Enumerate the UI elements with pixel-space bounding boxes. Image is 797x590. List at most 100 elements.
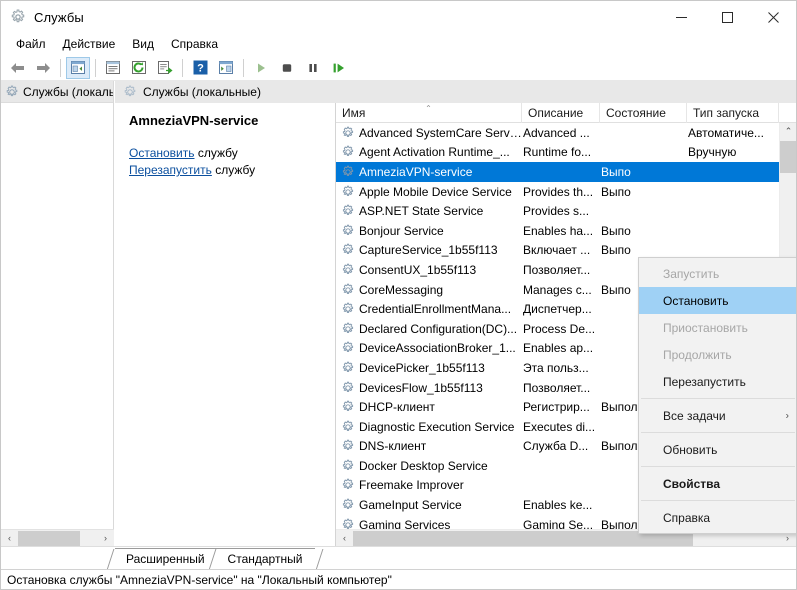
context-menu-item-все-задачи[interactable]: Все задачи ›: [639, 402, 796, 429]
view-tabs: Расширенный Стандартный: [1, 546, 796, 569]
svg-text:?: ?: [197, 63, 204, 75]
context-menu-item-справка[interactable]: Справка: [639, 504, 796, 531]
status-bar: Остановка службы "AmneziaVPN-service" на…: [1, 569, 796, 589]
maximize-button[interactable]: [704, 1, 750, 33]
scroll-up-arrow[interactable]: ⌃: [780, 123, 796, 140]
menu-help[interactable]: Справка: [163, 35, 227, 54]
tab-standard[interactable]: Стандартный: [216, 548, 316, 569]
details-pane-title: Службы (локальные): [143, 85, 261, 99]
menu-action[interactable]: Действие: [55, 35, 125, 54]
stop-service-icon[interactable]: [275, 57, 299, 79]
column-header-startup-type[interactable]: Тип запуска: [687, 102, 779, 123]
cell-service-name: Bonjour Service: [336, 224, 522, 238]
service-name-text: CredentialEnrollmentMana...: [359, 302, 512, 317]
context-menu-item-свойства[interactable]: Свойства: [639, 470, 796, 497]
cell-description: Диспетчер...: [523, 302, 592, 317]
tree-scroll-left-arrow[interactable]: ‹: [1, 530, 18, 547]
stop-service-link-row: Остановить службу: [129, 145, 323, 162]
start-service-icon[interactable]: [249, 57, 273, 79]
help-icon[interactable]: ?: [188, 57, 212, 79]
context-menu-item-остановить[interactable]: Остановить: [639, 287, 796, 314]
gear-icon: [342, 459, 354, 470]
context-menu-item-label: Все задачи: [663, 408, 726, 423]
pause-service-icon[interactable]: [301, 57, 325, 79]
service-name-text: DevicePicker_1b55f113: [359, 360, 485, 375]
service-context-menu[interactable]: Запустить Остановить Приостановить Продолжи…: [638, 257, 796, 534]
context-menu-item-label: Остановить: [663, 293, 729, 308]
show-hide-tree-icon[interactable]: [66, 56, 90, 79]
gear-icon: [342, 439, 354, 451]
stop-service-link-suffix: службу: [194, 146, 238, 160]
table-row[interactable]: ASP.NET State Service Provides s...: [336, 201, 779, 221]
context-menu-item-запустить: Запустить: [639, 260, 796, 287]
main-area: Службы (локальн ‹ › Службы (локальные) A…: [1, 81, 796, 547]
window-title: Службы: [34, 9, 84, 25]
show-action-pane-icon[interactable]: [214, 57, 238, 79]
restart-service-link[interactable]: Перезапустить: [129, 163, 212, 177]
back-arrow-icon[interactable]: [5, 57, 29, 79]
selected-service-name: AmneziaVPN-service: [129, 113, 259, 128]
column-header-name[interactable]: Имя ⌃: [336, 102, 522, 123]
service-name-text: Bonjour Service: [359, 223, 444, 238]
export-list-icon[interactable]: [153, 57, 177, 79]
tree-horizontal-scrollbar[interactable]: ‹ ›: [1, 529, 114, 547]
context-menu-separator: [641, 432, 795, 433]
service-name-text: Declared Configuration(DC)...: [359, 321, 518, 336]
context-menu-item-label: Справка: [663, 510, 711, 525]
vertical-scroll-thumb[interactable]: [780, 141, 796, 173]
tab-label: Стандартный: [227, 552, 303, 566]
toolbar-separator: [243, 58, 244, 77]
context-menu-separator: [641, 398, 795, 399]
cell-description: Gaming Se...: [523, 517, 594, 529]
cell-description: Process De...: [523, 321, 596, 336]
cell-description: Provides s...: [523, 204, 590, 219]
tree-scroll-right-arrow[interactable]: ›: [97, 530, 114, 547]
gear-icon: [342, 381, 354, 392]
column-header-startup-type-label: Тип запуска: [693, 105, 760, 120]
cell-service-name: DNS-клиент: [336, 439, 522, 453]
gear-icon: [342, 361, 354, 372]
cell-service-name: CaptureService_1b55f113: [336, 243, 522, 257]
menu-view[interactable]: Вид: [124, 35, 163, 54]
forward-arrow-icon[interactable]: [31, 57, 55, 79]
tree-scroll-thumb[interactable]: [18, 530, 80, 546]
service-name-text: ASP.NET State Service: [359, 204, 484, 219]
window-controls: [658, 1, 796, 33]
tree-scroll-track[interactable]: [18, 529, 97, 547]
table-row[interactable]: Agent Activation Runtime_... Runtime fo..…: [336, 143, 779, 163]
cell-description: Enables ke...: [523, 498, 593, 513]
properties-icon[interactable]: [101, 57, 125, 79]
gear-icon: [342, 165, 354, 176]
status-bar-text: Остановка службы "AmneziaVPN-service" на…: [7, 573, 392, 587]
cell-service-name: DHCP-клиент: [336, 400, 522, 414]
service-name-text: DNS-клиент: [359, 439, 427, 454]
gear-icon: [6, 85, 18, 96]
table-row[interactable]: Bonjour Service Enables ha... Выпо: [336, 221, 779, 241]
tree-root-item[interactable]: Службы (локальн: [1, 81, 113, 103]
restart-service-icon[interactable]: [327, 57, 351, 79]
column-header-description[interactable]: Описание: [522, 102, 600, 123]
gear-icon: [124, 85, 136, 97]
cell-service-name: Freemake Improver: [336, 478, 522, 492]
tab-extended[interactable]: Расширенный: [115, 548, 218, 569]
stop-service-link[interactable]: Остановить: [129, 146, 195, 160]
context-menu-item-перезапустить[interactable]: Перезапустить: [639, 368, 796, 395]
context-menu-item-обновить[interactable]: Обновить: [639, 436, 796, 463]
table-row[interactable]: Apple Mobile Device Service Provides th..…: [336, 182, 779, 202]
cell-service-name: DevicesFlow_1b55f113: [336, 381, 522, 395]
close-button[interactable]: [750, 1, 796, 33]
cell-description: Advanced ...: [523, 125, 590, 140]
list-scroll-left-arrow[interactable]: ‹: [336, 530, 353, 547]
service-detail-column: AmneziaVPN-service Остановить службу Пер…: [115, 103, 336, 546]
cell-service-name: Declared Configuration(DC)...: [336, 322, 522, 336]
cell-state: Выпо: [601, 164, 631, 179]
context-menu-item-продолжить: Продолжить: [639, 341, 796, 368]
menu-file[interactable]: Файл: [8, 35, 55, 54]
minimize-button[interactable]: [658, 1, 704, 33]
table-row[interactable]: Advanced SystemCare Servi... Advanced ...…: [336, 123, 779, 143]
table-row-selected[interactable]: AmneziaVPN-service Выпо: [336, 162, 779, 182]
title-bar: Службы: [1, 1, 796, 33]
gear-icon: [342, 498, 354, 509]
column-header-state[interactable]: Состояние: [600, 102, 687, 123]
refresh-icon[interactable]: [127, 57, 151, 79]
